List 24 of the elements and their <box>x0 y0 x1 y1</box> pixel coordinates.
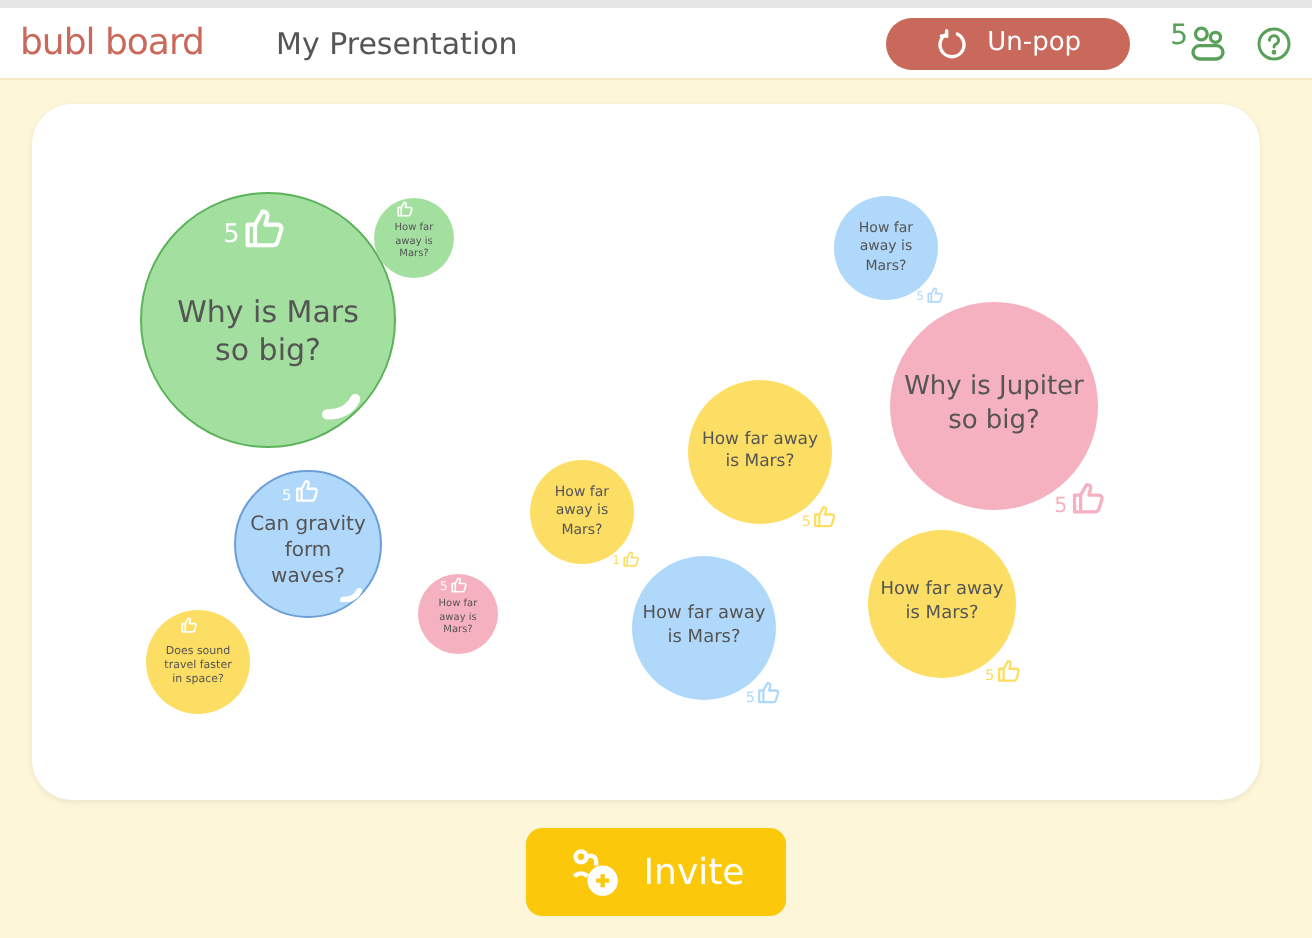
thumbs-up-icon[interactable] <box>812 503 839 529</box>
presentation-title: My Presentation <box>276 25 520 61</box>
shine-mark <box>321 393 360 420</box>
thumbs-up-icon[interactable] <box>756 679 783 705</box>
thumbs-up-icon[interactable] <box>996 657 1023 684</box>
question-text: How far away is Mars? <box>700 429 820 475</box>
like-count: 5 <box>223 224 240 251</box>
thumbs-up-icon[interactable] <box>621 549 640 568</box>
question-text: Why is Mars so big? <box>176 293 360 372</box>
question-text: Why is Jupiter so big? <box>904 372 1084 440</box>
participant-count: 5 <box>1170 20 1188 52</box>
thumbs-up-icon[interactable] <box>241 205 287 251</box>
question-text: Can gravity form waves? <box>248 512 368 591</box>
people-icon[interactable] <box>1188 23 1228 63</box>
help-icon[interactable] <box>1256 25 1292 61</box>
thumbs-up-icon[interactable] <box>925 285 944 304</box>
logo: bubl board <box>20 22 206 64</box>
unpop-button[interactable]: Un-pop <box>886 17 1131 69</box>
shine-mark <box>339 587 362 603</box>
thumbs-up-icon[interactable] <box>1069 480 1106 518</box>
question-text: How far away is Mars? <box>640 604 768 652</box>
add-people-icon <box>567 846 620 898</box>
refresh-icon <box>935 27 968 59</box>
question-text: How far away is Mars? <box>880 580 1004 628</box>
